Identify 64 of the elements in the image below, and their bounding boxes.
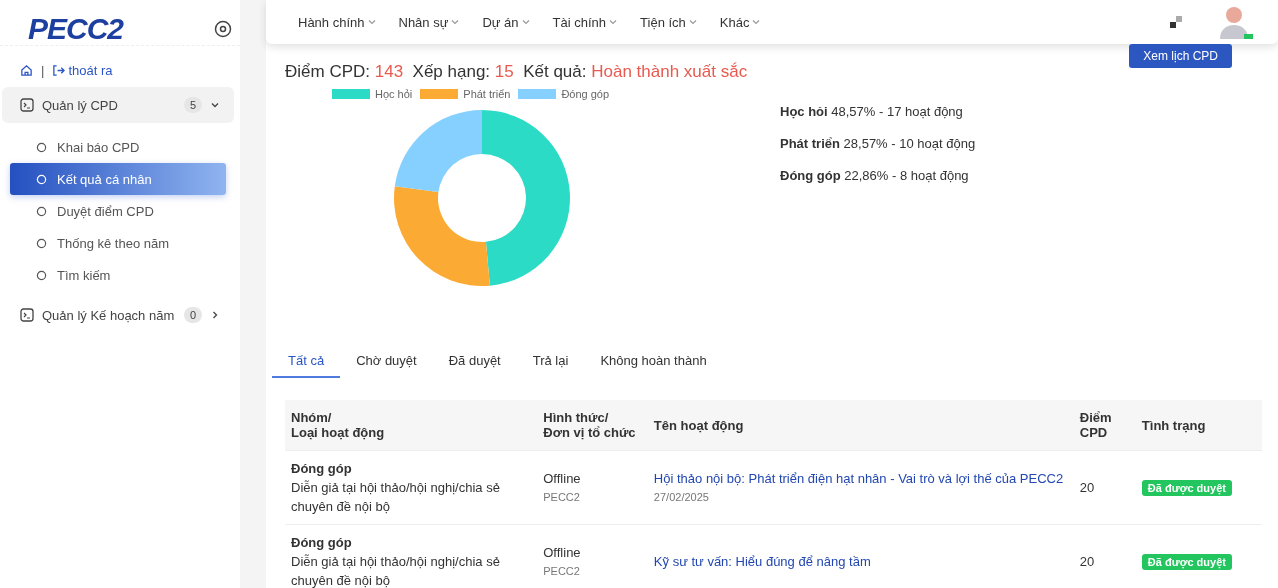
column-header: Tên hoạt động xyxy=(647,400,1074,451)
nav-menu[interactable]: Khác xyxy=(719,14,762,30)
legend-label[interactable]: Học hỏi xyxy=(375,88,413,100)
separator-text: | xyxy=(41,62,45,78)
nav-menu[interactable]: Tài chính xyxy=(552,14,619,30)
circle-icon[interactable] xyxy=(36,269,47,281)
nav-menu[interactable]: Nhân sự xyxy=(398,14,461,30)
column-header: Hình thức/ Đơn vị tổ chức xyxy=(537,400,648,451)
menu-item[interactable]: Duyệt điểm CPD xyxy=(10,195,226,227)
activity-format: Offline xyxy=(543,543,582,562)
points-text: 20 xyxy=(1079,554,1095,569)
legend-label[interactable]: Phát triển xyxy=(463,88,511,100)
column-header: Điểm CPD xyxy=(1073,400,1136,451)
breakdown-text: Học hỏi 48,57% - 17 hoạt động xyxy=(780,104,964,121)
status-badge: Đã được duyệt xyxy=(1141,553,1232,570)
activity-group: Đóng góp xyxy=(291,459,532,478)
nav-menu[interactable]: Dự án xyxy=(482,14,531,30)
settings-icon[interactable] xyxy=(214,19,232,38)
legend-label[interactable]: Đóng góp xyxy=(561,88,610,100)
filter-tab[interactable]: Trả lại xyxy=(516,346,585,378)
activity-type: Diễn giả tại hội thảo/hội nghị/chia sẻ chuyên đề nội bộ xyxy=(291,553,501,588)
logout-icon[interactable] xyxy=(52,63,66,77)
menu-group[interactable]: Quản lý CPD 5 xyxy=(2,87,234,123)
nav-menu[interactable]: Tiện ích xyxy=(640,14,698,30)
organizer-text: PECC2 xyxy=(543,489,581,505)
circle-icon[interactable] xyxy=(36,237,47,249)
filter-tab[interactable]: Không hoàn thành xyxy=(584,346,723,378)
activity-link[interactable]: Hội thảo nội bộ: Phát triển điện hạt nhân - Vai trò và lợi thế của PECC2 xyxy=(653,470,1064,486)
breakdown-text: Đóng góp 22,86% - 8 hoạt động xyxy=(780,168,970,185)
menu-item[interactable]: Kết quả cá nhân xyxy=(10,163,226,195)
filter-tab[interactable]: Tất cả xyxy=(272,346,341,378)
circle-icon[interactable] xyxy=(36,141,47,153)
menu-item[interactable]: Thống kê theo năm xyxy=(10,227,226,259)
home-icon[interactable] xyxy=(20,63,33,77)
column-header: Nhóm/ Loại hoạt động xyxy=(285,400,538,451)
organizer-text: PECC2 xyxy=(543,563,581,579)
filter-tab[interactable]: Chờ duyệt xyxy=(340,346,433,378)
filter-tab[interactable]: Đã duyệt xyxy=(432,346,517,378)
breakdown-text: Phát triển 28,57% - 10 hoạt động xyxy=(780,136,976,153)
cpd-summary: Điểm CPD: 143 Xếp hạng: 15 Kết quả: Hoàn thành xuất sắc xyxy=(285,62,748,82)
activity-type: Diễn giả tại hội thảo/hội nghị/chia sẻ chuyên đề nội bộ xyxy=(291,479,501,516)
legend-swatch[interactable] xyxy=(332,89,370,99)
terminal-icon[interactable] xyxy=(20,98,34,112)
points-text: 20 xyxy=(1079,480,1095,495)
circle-icon[interactable] xyxy=(36,205,47,217)
nav-menu[interactable]: Hành chính xyxy=(298,14,377,30)
calendar-button[interactable]: Xem lịch CPD xyxy=(1129,44,1232,68)
activity-date: 27/02/2025 xyxy=(653,489,710,505)
activity-group: Đóng góp xyxy=(291,533,532,552)
status-badge: Đã được duyệt xyxy=(1141,479,1232,496)
chevron-right-icon[interactable] xyxy=(210,310,220,320)
status-icon[interactable] xyxy=(1170,16,1182,28)
terminal-icon[interactable] xyxy=(20,308,34,322)
legend-swatch[interactable] xyxy=(420,89,459,99)
menu-item[interactable]: Khai báo CPD xyxy=(10,131,226,163)
menu-item[interactable]: Tìm kiếm xyxy=(10,259,226,291)
chevron-down-icon[interactable] xyxy=(210,100,220,110)
legend-swatch[interactable] xyxy=(518,89,557,99)
logo[interactable]: PECC2 xyxy=(28,11,124,46)
activity-format: Offline xyxy=(543,469,582,488)
activity-link[interactable]: Kỹ sư tư vấn: Hiểu đúng để nâng tầm xyxy=(653,554,871,569)
menu-group[interactable]: Quản lý Kế hoạch năm 0 xyxy=(2,297,234,333)
column-header: Tình trạng xyxy=(1135,400,1262,451)
logout-link[interactable]: thoát ra xyxy=(52,62,113,78)
